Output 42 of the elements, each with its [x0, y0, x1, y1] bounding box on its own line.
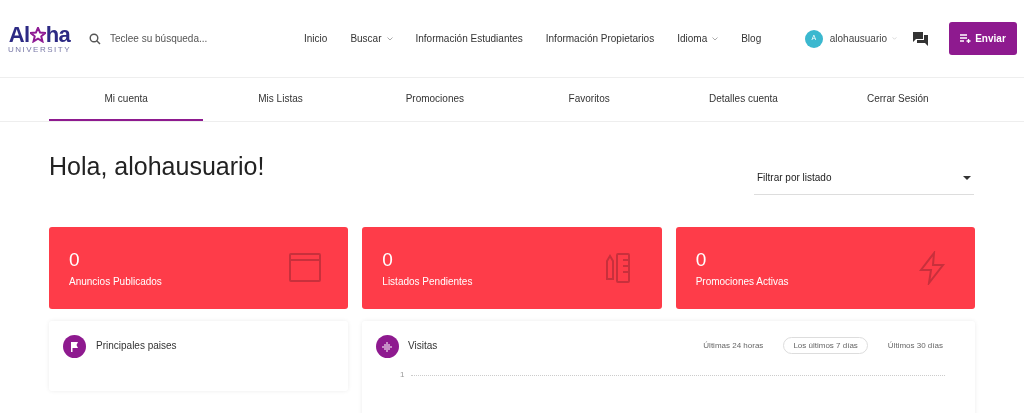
submit-button[interactable]: Enviar: [949, 22, 1017, 55]
search-field[interactable]: Teclee su búsqueda...: [110, 31, 280, 46]
caret-icon: [712, 36, 719, 41]
stat-label: Promociones Activas: [695, 274, 789, 289]
panel-title: Visitas: [408, 339, 438, 353]
logo-subtitle: UNIVERSITY: [8, 45, 71, 54]
stat-value: 0: [695, 247, 708, 272]
nav-link[interactable]: Información Propietarios: [545, 31, 655, 46]
flag-icon: [63, 335, 86, 358]
search-icon: [89, 32, 101, 45]
logo-text: Al: [8, 23, 30, 46]
range-filter[interactable]: Últimos 30 días: [877, 337, 953, 354]
logo[interactable]: Al ha UNIVERSITY: [8, 23, 71, 54]
nav-link[interactable]: Buscar: [350, 31, 393, 46]
nav-link[interactable]: Información Estudiantes: [415, 31, 523, 46]
stat-label: Listados Pendientes: [382, 274, 473, 289]
stat-label: Anuncios Publicados: [69, 274, 162, 289]
caret-icon: [386, 36, 393, 41]
axis-tick-label: 1: [400, 369, 405, 381]
playlist-add-icon: [960, 34, 972, 43]
account-tab[interactable]: Detalles cuenta: [666, 78, 821, 121]
stat-value: 0: [382, 247, 394, 272]
stat-value: 0: [69, 247, 81, 272]
caret-icon: [963, 175, 971, 180]
account-tab[interactable]: Mi cuenta: [49, 78, 204, 121]
greeting-heading: Hola, alohausuario!: [49, 150, 265, 182]
logo-text: ha: [45, 23, 71, 46]
account-tab[interactable]: Mis Listas: [203, 78, 358, 121]
account-tab[interactable]: Promociones: [357, 78, 512, 121]
star-icon: [29, 26, 46, 43]
browser-window-icon: [288, 251, 323, 285]
account-tab[interactable]: Cerrar Sesión: [820, 78, 975, 121]
range-filter[interactable]: Últimas 24 horas: [693, 337, 774, 354]
panel-title: Principales paises: [96, 339, 177, 353]
chat-icon[interactable]: [913, 31, 928, 46]
sound-wave-icon: [376, 335, 399, 358]
nav-link[interactable]: Inicio: [304, 31, 328, 46]
listing-filter[interactable]: Filtrar por listado: [754, 161, 974, 195]
account-tab[interactable]: Favoritos: [512, 78, 667, 121]
nav-link[interactable]: Blog: [741, 31, 762, 46]
nav-link[interactable]: Idioma: [677, 31, 719, 46]
user-name[interactable]: alohausuario: [829, 31, 887, 46]
